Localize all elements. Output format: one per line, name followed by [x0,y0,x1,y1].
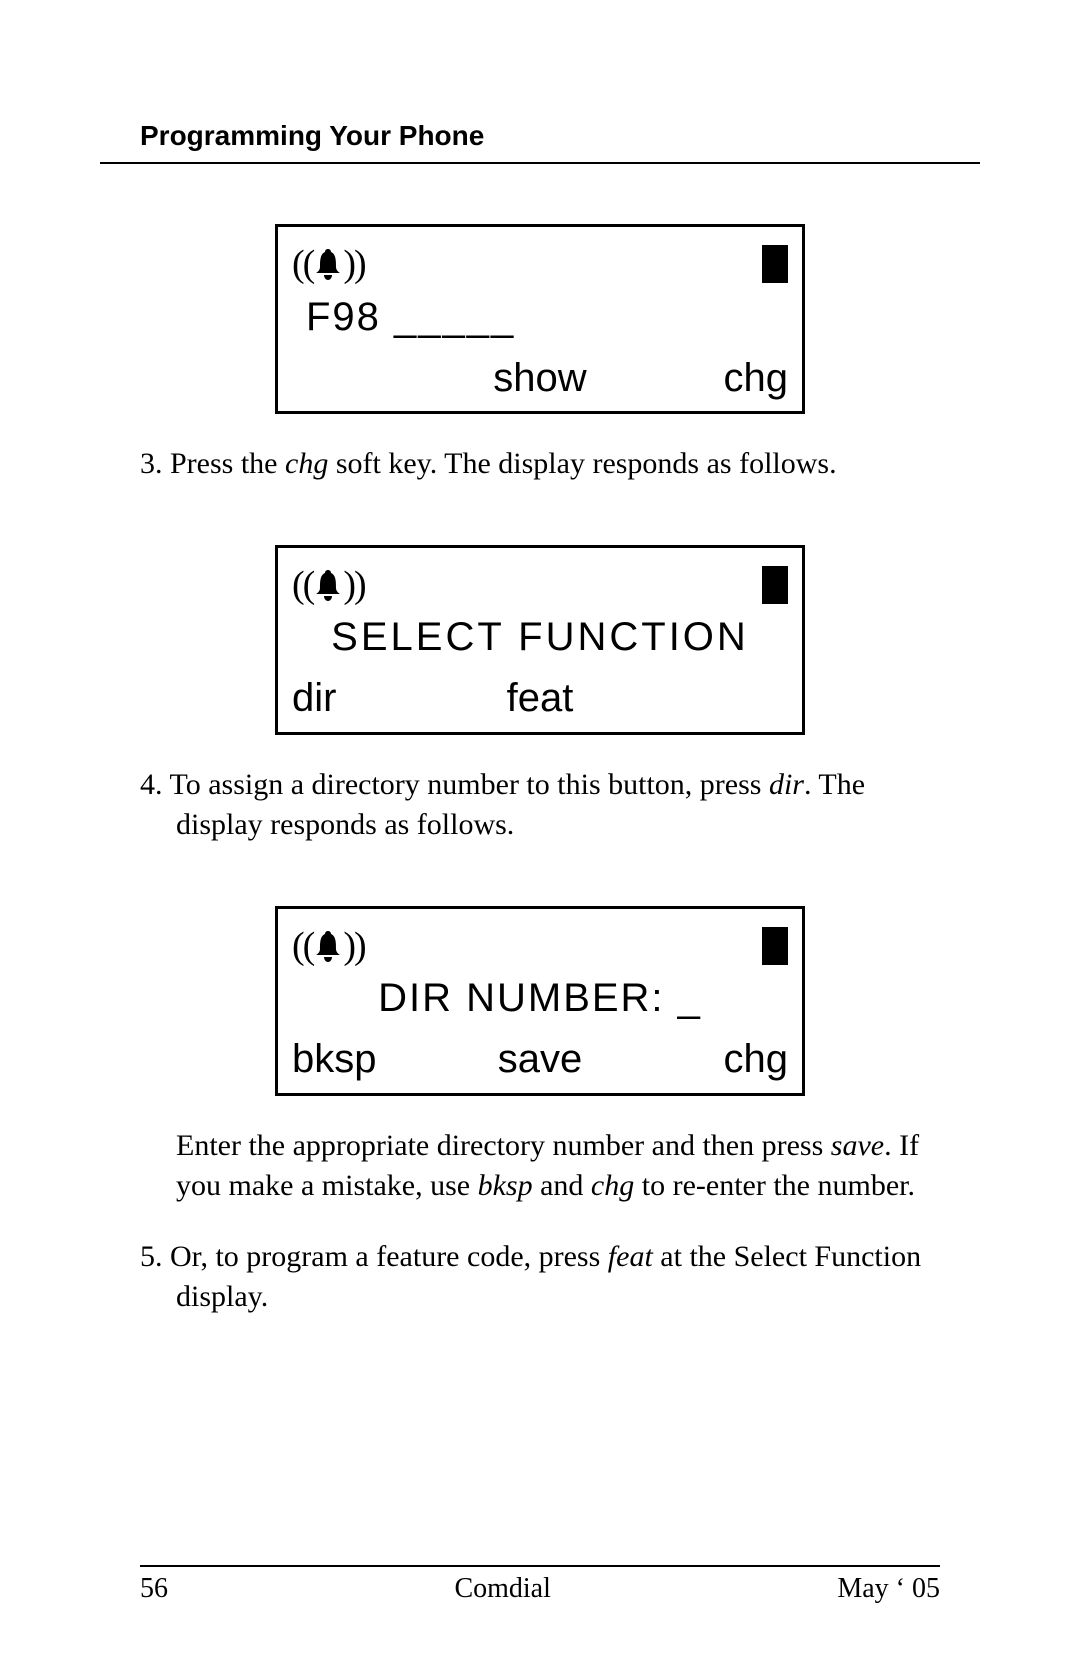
step-3-text: 3. Press the chg soft key. The display r… [100,444,980,485]
softkey-row: bksp save chg [278,1031,802,1093]
bell-icon [313,568,343,602]
phone-display-2: (( )) SELECT FUNCTION dir feat [275,545,805,735]
page-number: 56 [140,1573,168,1605]
ringing-bell-icon: (( )) [292,924,365,968]
display-line-2: DIR NUMBER: _ [278,971,802,1031]
softkey-left[interactable]: dir [292,676,457,721]
cursor-block-icon [762,245,788,283]
softkey-row: show chg [278,349,802,411]
softkey-center[interactable]: feat [457,676,622,721]
phone-display-1: (( )) F98 _____ show chg [275,224,805,414]
softkey-right[interactable]: chg [623,356,788,401]
softkey-left[interactable]: bksp [292,1037,457,1082]
softkey-center[interactable]: show [457,356,622,401]
page-footer: 56 Comdial May ‘ 05 [140,1565,940,1605]
display-line-2: SELECT FUNCTION [278,610,802,670]
bell-icon [313,247,343,281]
manual-page: Programming Your Phone (( )) F98 _____ s… [0,0,1080,1669]
step-4-text: 4. To assign a directory number to this … [100,765,980,846]
cursor-block-icon [762,566,788,604]
step-5-text: 5. Or, to program a feature code, press … [100,1237,980,1318]
display-line-2: F98 _____ [278,289,802,349]
footer-brand: Comdial [454,1573,550,1605]
phone-display-3: (( )) DIR NUMBER: _ bksp save chg [275,906,805,1096]
ringing-bell-icon: (( )) [292,563,365,607]
footer-date: May ‘ 05 [837,1573,940,1605]
post-display3-text: Enter the appropriate directory number a… [100,1126,980,1207]
cursor-block-icon [762,927,788,965]
ringing-bell-icon: (( )) [292,242,365,286]
softkey-right[interactable]: chg [623,1037,788,1082]
softkey-center[interactable]: save [457,1037,622,1082]
bell-icon [313,929,343,963]
section-header: Programming Your Phone [100,120,980,164]
softkey-row: dir feat [278,670,802,732]
